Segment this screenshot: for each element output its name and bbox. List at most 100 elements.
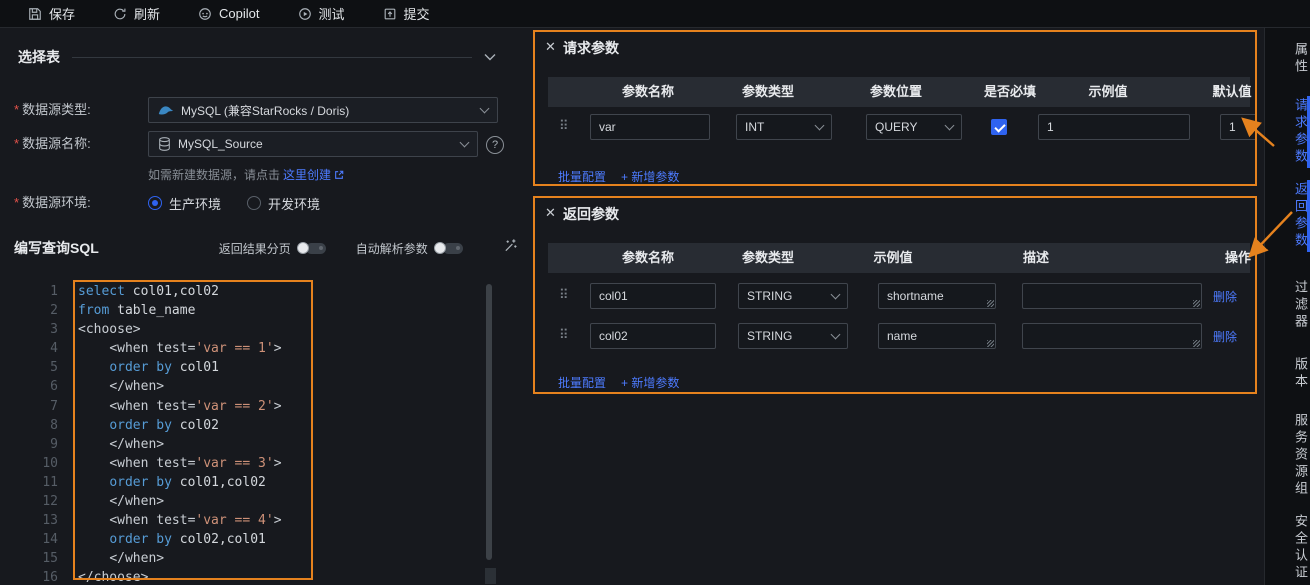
copilot-button[interactable]: Copilot — [198, 6, 260, 21]
code-text: <when test='var == 2'> — [109, 398, 282, 414]
add-param-link[interactable]: + 新增参数 — [621, 168, 679, 184]
return-example-input[interactable] — [878, 323, 996, 349]
return-example-field — [878, 283, 996, 309]
batch-config-link[interactable]: 批量配置 — [558, 168, 606, 184]
col-header: 参数名称 — [621, 84, 675, 99]
save-button[interactable]: 保存 — [28, 4, 75, 23]
sidebar-tab-1[interactable]: 请求参数 — [1265, 96, 1310, 168]
wand-icon[interactable] — [503, 238, 518, 258]
line-number: 12 — [42, 494, 58, 510]
editor-scrollbar[interactable] — [486, 284, 492, 560]
datasource-helper-text: 如需新建数据源，请点击 这里创建 — [148, 166, 344, 183]
sidebar-tab-3[interactable]: 过滤器 — [1265, 278, 1310, 333]
external-link-icon — [335, 170, 344, 179]
test-button[interactable]: 测试 — [298, 4, 345, 23]
line-number: 16 — [42, 570, 58, 585]
code-line: 8 order by col02 — [0, 416, 530, 435]
line-number: 6 — [50, 379, 58, 395]
toggle-knob — [433, 242, 446, 254]
sql-section-header: 编写查询SQL 返回结果分页 自动解析参数 — [14, 235, 518, 261]
code-line: 9 </when> — [0, 435, 530, 454]
caret-down-icon — [479, 103, 490, 114]
question-icon[interactable]: ? — [486, 136, 504, 154]
return-example-input[interactable] — [878, 283, 996, 309]
caret-down-icon — [830, 289, 841, 300]
datasource-name-select[interactable]: MySQL_Source — [148, 131, 478, 157]
delete-link[interactable]: 删除 — [1213, 328, 1237, 345]
submit-button[interactable]: 提交 — [383, 4, 430, 23]
refresh-button[interactable]: 刷新 — [113, 4, 160, 23]
return-table-header: 参数名称 参数类型 示例值 描述 操作 — [548, 243, 1251, 273]
code-line: 16 </choose> — [0, 568, 530, 585]
return-name-input[interactable] — [590, 283, 716, 309]
right-sidebar: 属性请求参数返回参数过滤器版本服务资源组安全认证 — [1264, 28, 1310, 585]
param-example-input[interactable] — [1038, 114, 1190, 140]
line-number: 5 — [50, 360, 58, 376]
datasource-type-value: MySQL (兼容StarRocks / Doris) — [181, 103, 350, 118]
return-desc-field — [1022, 323, 1202, 349]
sql-editor[interactable]: 1 select col01,col02 2 from table_name 3 <cho… — [0, 272, 530, 585]
delete-link[interactable]: 删除 — [1213, 288, 1237, 305]
param-name-input[interactable] — [590, 114, 710, 140]
param-default-input[interactable] — [1220, 114, 1255, 140]
radio-development[interactable]: 开发环境 — [247, 194, 320, 213]
toggle-track — [442, 242, 463, 254]
autoparse-toggle[interactable] — [433, 242, 463, 254]
mysql-icon — [158, 106, 174, 115]
page: 保存 刷新 Copilot 测试 提交 选择表 * 数据源类型: MySQL (… — [0, 0, 1310, 585]
line-number: 13 — [42, 513, 58, 529]
drag-handle-icon[interactable]: ⠿ — [559, 287, 569, 303]
code-text: </when> — [109, 379, 165, 395]
sidebar-tab-5[interactable]: 服务资源组 — [1265, 411, 1310, 500]
line-number: 8 — [50, 417, 58, 433]
datasource-name-label: * 数据源名称: — [14, 136, 91, 151]
return-desc-input[interactable] — [1022, 323, 1202, 349]
request-panel-title: 请求参数 — [563, 40, 619, 56]
autoparse-toggle-group: 自动解析参数 — [356, 240, 463, 257]
pagination-toggle[interactable] — [296, 242, 326, 254]
close-icon[interactable]: ✕ — [545, 39, 556, 55]
code-text: <when test='var == 4'> — [109, 513, 282, 529]
create-datasource-link[interactable]: 这里创建 — [283, 166, 331, 183]
request-table-header: 参数名称 参数类型 参数位置 是否必填 示例值 默认值 — [548, 77, 1252, 107]
radio-dot — [247, 196, 262, 210]
pagination-toggle-group: 返回结果分页 — [219, 240, 326, 257]
code-text: <when test='var == 1'> — [109, 341, 282, 357]
datasource-type-select[interactable]: MySQL (兼容StarRocks / Doris) — [148, 97, 498, 123]
col-header: 示例值 — [1088, 84, 1128, 99]
sidebar-tab-4[interactable]: 版本 — [1265, 355, 1310, 393]
required-mark: * — [14, 102, 20, 117]
drag-handle-icon[interactable]: ⠿ — [559, 327, 569, 343]
drag-handle-icon[interactable]: ⠿ — [559, 118, 569, 134]
return-desc-input[interactable] — [1022, 283, 1202, 309]
toolbar: 保存 刷新 Copilot 测试 提交 — [0, 0, 1310, 28]
line-number: 7 — [50, 398, 58, 414]
refresh-label: 刷新 — [134, 7, 161, 22]
param-type-select[interactable]: INT — [736, 114, 832, 140]
sidebar-tab-2[interactable]: 返回参数 — [1265, 180, 1310, 252]
editor-scrollbar-corner[interactable] — [485, 568, 496, 584]
return-type-value: STRING — [747, 289, 793, 303]
test-label: 测试 — [318, 7, 345, 22]
return-type-select[interactable]: STRING — [738, 323, 848, 349]
code-line: 11 order by col01,col02 — [0, 473, 530, 492]
code-text: </when> — [109, 494, 165, 510]
col-header: 参数位置 — [869, 84, 923, 99]
code-text: <choose> — [78, 322, 141, 338]
return-name-input[interactable] — [590, 323, 716, 349]
return-type-select[interactable]: STRING — [738, 283, 848, 309]
code-line: 1 select col01,col02 — [0, 282, 530, 301]
param-position-select[interactable]: QUERY — [866, 114, 962, 140]
radio-production[interactable]: 生产环境 — [148, 194, 221, 213]
sidebar-tab-0[interactable]: 属性 — [1265, 40, 1310, 78]
close-icon[interactable]: ✕ — [545, 205, 556, 221]
sidebar-tab-6[interactable]: 安全认证 — [1265, 512, 1310, 584]
chevron-down-icon[interactable] — [484, 53, 496, 61]
add-param-link[interactable]: + 新增参数 — [621, 374, 679, 391]
code-text: <when test='var == 3'> — [109, 455, 282, 471]
line-number: 14 — [42, 532, 58, 548]
batch-config-link[interactable]: 批量配置 — [558, 374, 606, 391]
required-checkbox[interactable] — [991, 119, 1007, 135]
select-table-section: 选择表 — [18, 47, 496, 67]
return-type-value: STRING — [747, 329, 793, 343]
